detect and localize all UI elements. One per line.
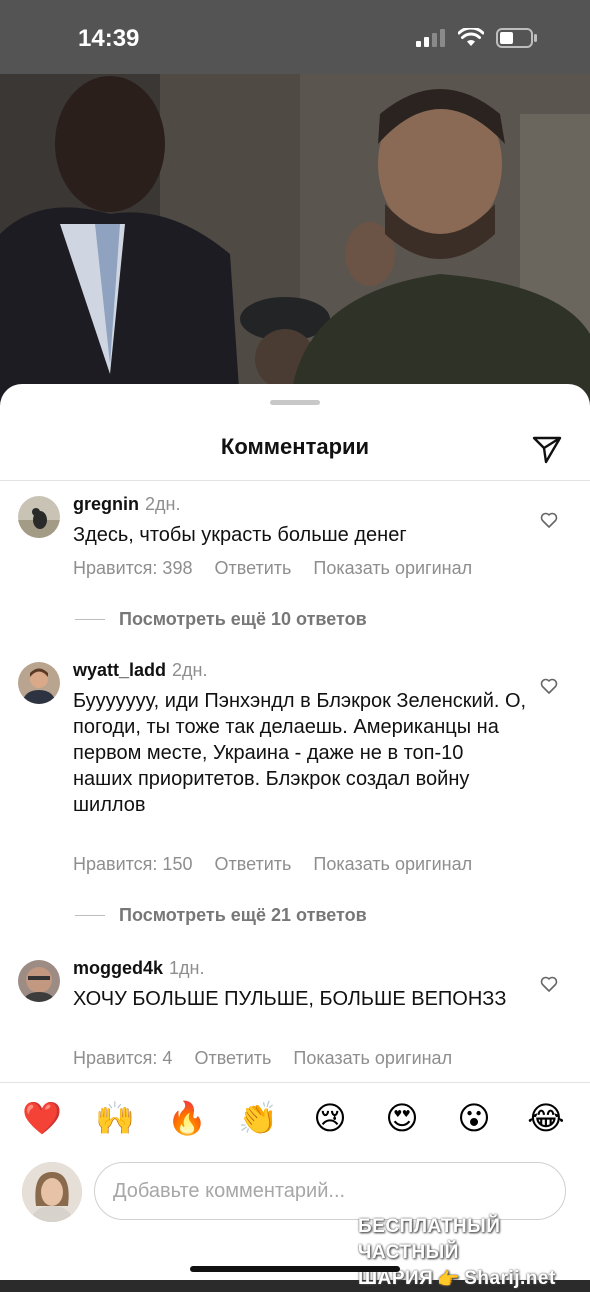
header-divider <box>0 480 590 481</box>
status-bar: 14:39 <box>0 0 590 74</box>
signal-icon <box>416 29 445 47</box>
view-more-replies-button[interactable]: Посмотреть ещё 10 ответов <box>75 609 367 630</box>
status-time: 14:39 <box>78 25 140 52</box>
likes-count[interactable]: Нравится: 150 <box>73 854 192 875</box>
emoji-surprised[interactable]: 😮 <box>454 1098 494 1138</box>
comment-time: 1дн. <box>169 958 205 978</box>
likes-count[interactable]: Нравится: 398 <box>73 558 192 579</box>
view-more-replies-label: Посмотреть ещё 21 ответов <box>119 905 367 925</box>
comment-username[interactable]: gregnin 2дн. <box>73 494 180 515</box>
post-photo-illustration <box>0 74 590 404</box>
comment-text: ХОЧУ БОЛЬШЕ ПУЛЬШЕ, БОЛЬШЕ ВЕПОНЗЗ <box>73 988 507 1010</box>
username-text[interactable]: mogged4k <box>73 958 163 978</box>
reply-button[interactable]: Ответить <box>214 558 291 579</box>
avatar[interactable] <box>18 662 60 704</box>
comment-text: Бууууууу, иди Пэнхэндл в Блэкрок Зеленск… <box>73 690 527 816</box>
share-icon[interactable] <box>532 434 562 464</box>
pointing-hand-icon: 👉 <box>437 1269 461 1289</box>
emoji-fire[interactable]: 🔥 <box>167 1098 207 1138</box>
reply-button[interactable]: Ответить <box>214 854 291 875</box>
avatar-image <box>18 960 60 1002</box>
comment-time: 2дн. <box>172 660 208 680</box>
comment-username[interactable]: wyatt_ladd 2дн. <box>73 660 208 681</box>
emoji-laughing[interactable]: 😂 <box>526 1098 566 1138</box>
emoji-reaction-bar: ❤️ 🙌 🔥 👏 😢 😍 😮 😂 <box>0 1098 590 1144</box>
username-text[interactable]: gregnin <box>73 494 139 514</box>
show-original-button[interactable]: Показать оригинал <box>293 1048 452 1069</box>
replies-line <box>75 619 105 620</box>
emoji-divider <box>0 1082 590 1083</box>
emoji-crying[interactable]: 😢 <box>310 1098 350 1138</box>
emoji-heart[interactable]: ❤️ <box>22 1098 62 1138</box>
view-more-replies-button[interactable]: Посмотреть ещё 21 ответов <box>75 905 367 926</box>
watermark-line1: БЕСПЛАТНЫЙ ЧАСТНЫЙ <box>358 1216 501 1263</box>
show-original-button[interactable]: Показать оригинал <box>313 854 472 875</box>
sheet-grabber[interactable] <box>270 400 320 405</box>
emoji-raised-hands[interactable]: 🙌 <box>95 1098 135 1138</box>
emoji-clapping[interactable]: 👏 <box>238 1098 278 1138</box>
watermark-site: Sharij.net <box>464 1268 556 1289</box>
like-heart-icon[interactable] <box>540 678 558 694</box>
battery-icon <box>496 28 537 48</box>
like-heart-icon[interactable] <box>540 976 558 992</box>
current-user-avatar-image <box>22 1162 82 1222</box>
username-text[interactable]: wyatt_ladd <box>73 660 166 680</box>
likes-count[interactable]: Нравится: 4 <box>73 1048 172 1069</box>
avatar[interactable] <box>18 960 60 1002</box>
comments-sheet: Комментарии gregnin 2дн. Здесь, чтобы укр… <box>0 384 590 1280</box>
sheet-title: Комментарии <box>220 434 370 459</box>
comment-time: 2дн. <box>145 494 181 514</box>
post-photo <box>0 74 590 404</box>
show-original-button[interactable]: Показать оригинал <box>313 558 472 579</box>
view-more-replies-label: Посмотреть ещё 10 ответов <box>119 609 367 629</box>
reply-button[interactable]: Ответить <box>194 1048 271 1069</box>
comment-actions: Нравится: 4 Ответить Показать оригинал <box>73 1048 452 1069</box>
watermark: БЕСПЛАТНЫЙ ЧАСТНЫЙ ШАРИЯ 👉 Sharij.net <box>358 1214 578 1292</box>
like-heart-icon[interactable] <box>540 512 558 528</box>
emoji-heart-eyes[interactable]: 😍 <box>382 1098 422 1138</box>
comment-input[interactable] <box>94 1162 566 1220</box>
avatar-image <box>18 662 60 704</box>
home-indicator[interactable] <box>190 1266 400 1272</box>
status-icons <box>416 28 538 48</box>
comment-actions: Нравится: 150 Ответить Показать оригинал <box>73 854 472 875</box>
avatar-image <box>18 496 60 538</box>
avatar[interactable] <box>18 496 60 538</box>
comment-username[interactable]: mogged4k 1дн. <box>73 958 205 979</box>
current-user-avatar <box>22 1162 82 1222</box>
comment-text: Здесь, чтобы украсть больше денег <box>73 524 407 546</box>
comment-actions: Нравится: 398 Ответить Показать оригинал <box>73 558 472 579</box>
wifi-icon <box>458 28 484 46</box>
replies-line <box>75 915 105 916</box>
